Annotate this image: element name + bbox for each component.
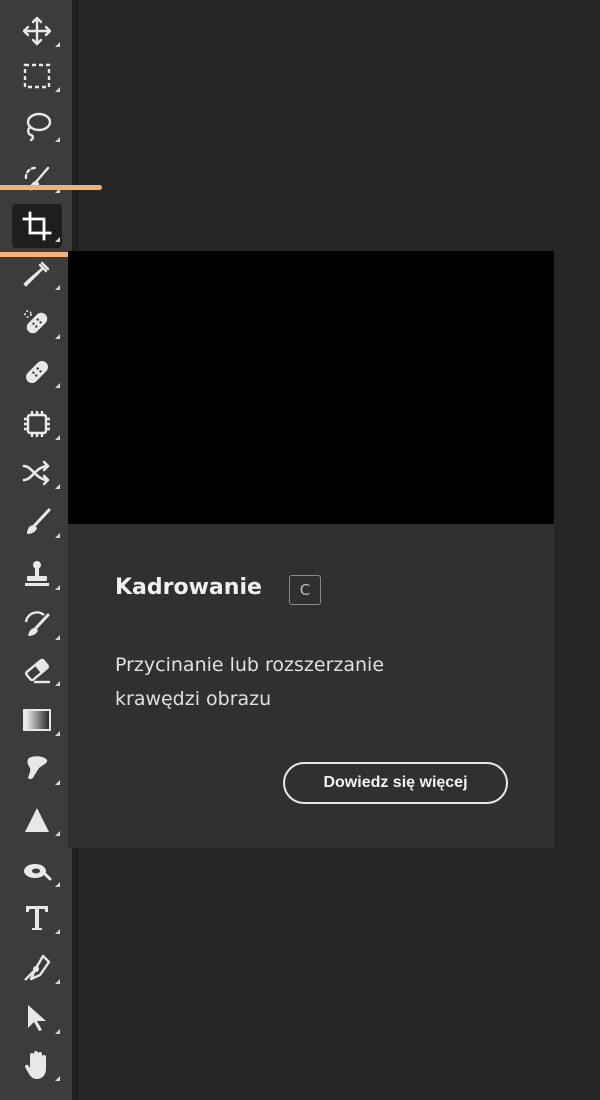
sharpen-tool[interactable] (12, 798, 62, 842)
triangle-icon (25, 808, 49, 832)
brush-tool[interactable] (12, 500, 62, 544)
clone-stamp-tool[interactable] (12, 552, 62, 596)
spot-healing-tool[interactable] (12, 301, 62, 345)
path-selection-tool[interactable] (12, 996, 62, 1040)
quick-selection-tool[interactable] (12, 155, 62, 199)
move-tool[interactable] (12, 9, 62, 53)
description-line: krawędzi obrazu (115, 688, 272, 710)
stamp-icon (25, 561, 49, 586)
pen-icon (24, 954, 51, 981)
eraser-tool[interactable] (12, 648, 62, 692)
rich-tooltip (68, 251, 554, 848)
content-aware-move-tool[interactable] (12, 451, 62, 495)
tooltip-preview-video (68, 251, 554, 524)
gradient-icon (23, 709, 51, 731)
lasso-icon (26, 112, 52, 142)
dodge-icon (24, 864, 52, 881)
crop-tool[interactable] (12, 204, 62, 248)
type-icon (26, 906, 48, 930)
eraser-icon (24, 658, 50, 684)
gradient-tool[interactable] (12, 698, 62, 742)
history-brush-icon (24, 611, 50, 636)
tools-panel (0, 0, 72, 1100)
tooltip-description: Przycinanie lub rozszerzanie krawędzi ob… (115, 648, 515, 716)
dodge-tool[interactable] (12, 849, 62, 893)
brush-icon (27, 508, 51, 534)
shortcut-key-badge: C (289, 575, 321, 605)
hand-icon (24, 1051, 46, 1079)
type-tool[interactable] (12, 896, 62, 940)
crop-highlight-top (0, 185, 102, 190)
smudge-icon (27, 756, 48, 780)
content-aware-tool[interactable] (12, 402, 62, 446)
move-icon (22, 16, 52, 46)
hand-tool[interactable] (12, 1043, 62, 1087)
rectangular-marquee-icon (23, 63, 51, 89)
description-line: Przycinanie lub rozszerzanie (115, 654, 385, 676)
history-brush-tool[interactable] (12, 602, 62, 646)
crossing-arrows-icon (22, 460, 50, 486)
pen-tool[interactable] (12, 946, 62, 990)
learn-more-button[interactable]: Dowiedz się więcej (283, 762, 508, 804)
arrow-pointer-icon (28, 1005, 46, 1031)
bandage-icon (26, 361, 48, 383)
eyedropper-icon (23, 261, 50, 287)
healing-brush-tool[interactable] (12, 350, 62, 394)
spot-healing-bandage-icon (24, 310, 48, 334)
patch-icon (24, 411, 50, 437)
crop-icon (22, 211, 52, 241)
marquee-tool[interactable] (12, 54, 62, 98)
smudge-tool[interactable] (12, 747, 62, 791)
eyedropper-tool[interactable] (12, 252, 62, 296)
tooltip-title: Kadrowanie (115, 575, 262, 600)
lasso-tool[interactable] (12, 104, 62, 148)
